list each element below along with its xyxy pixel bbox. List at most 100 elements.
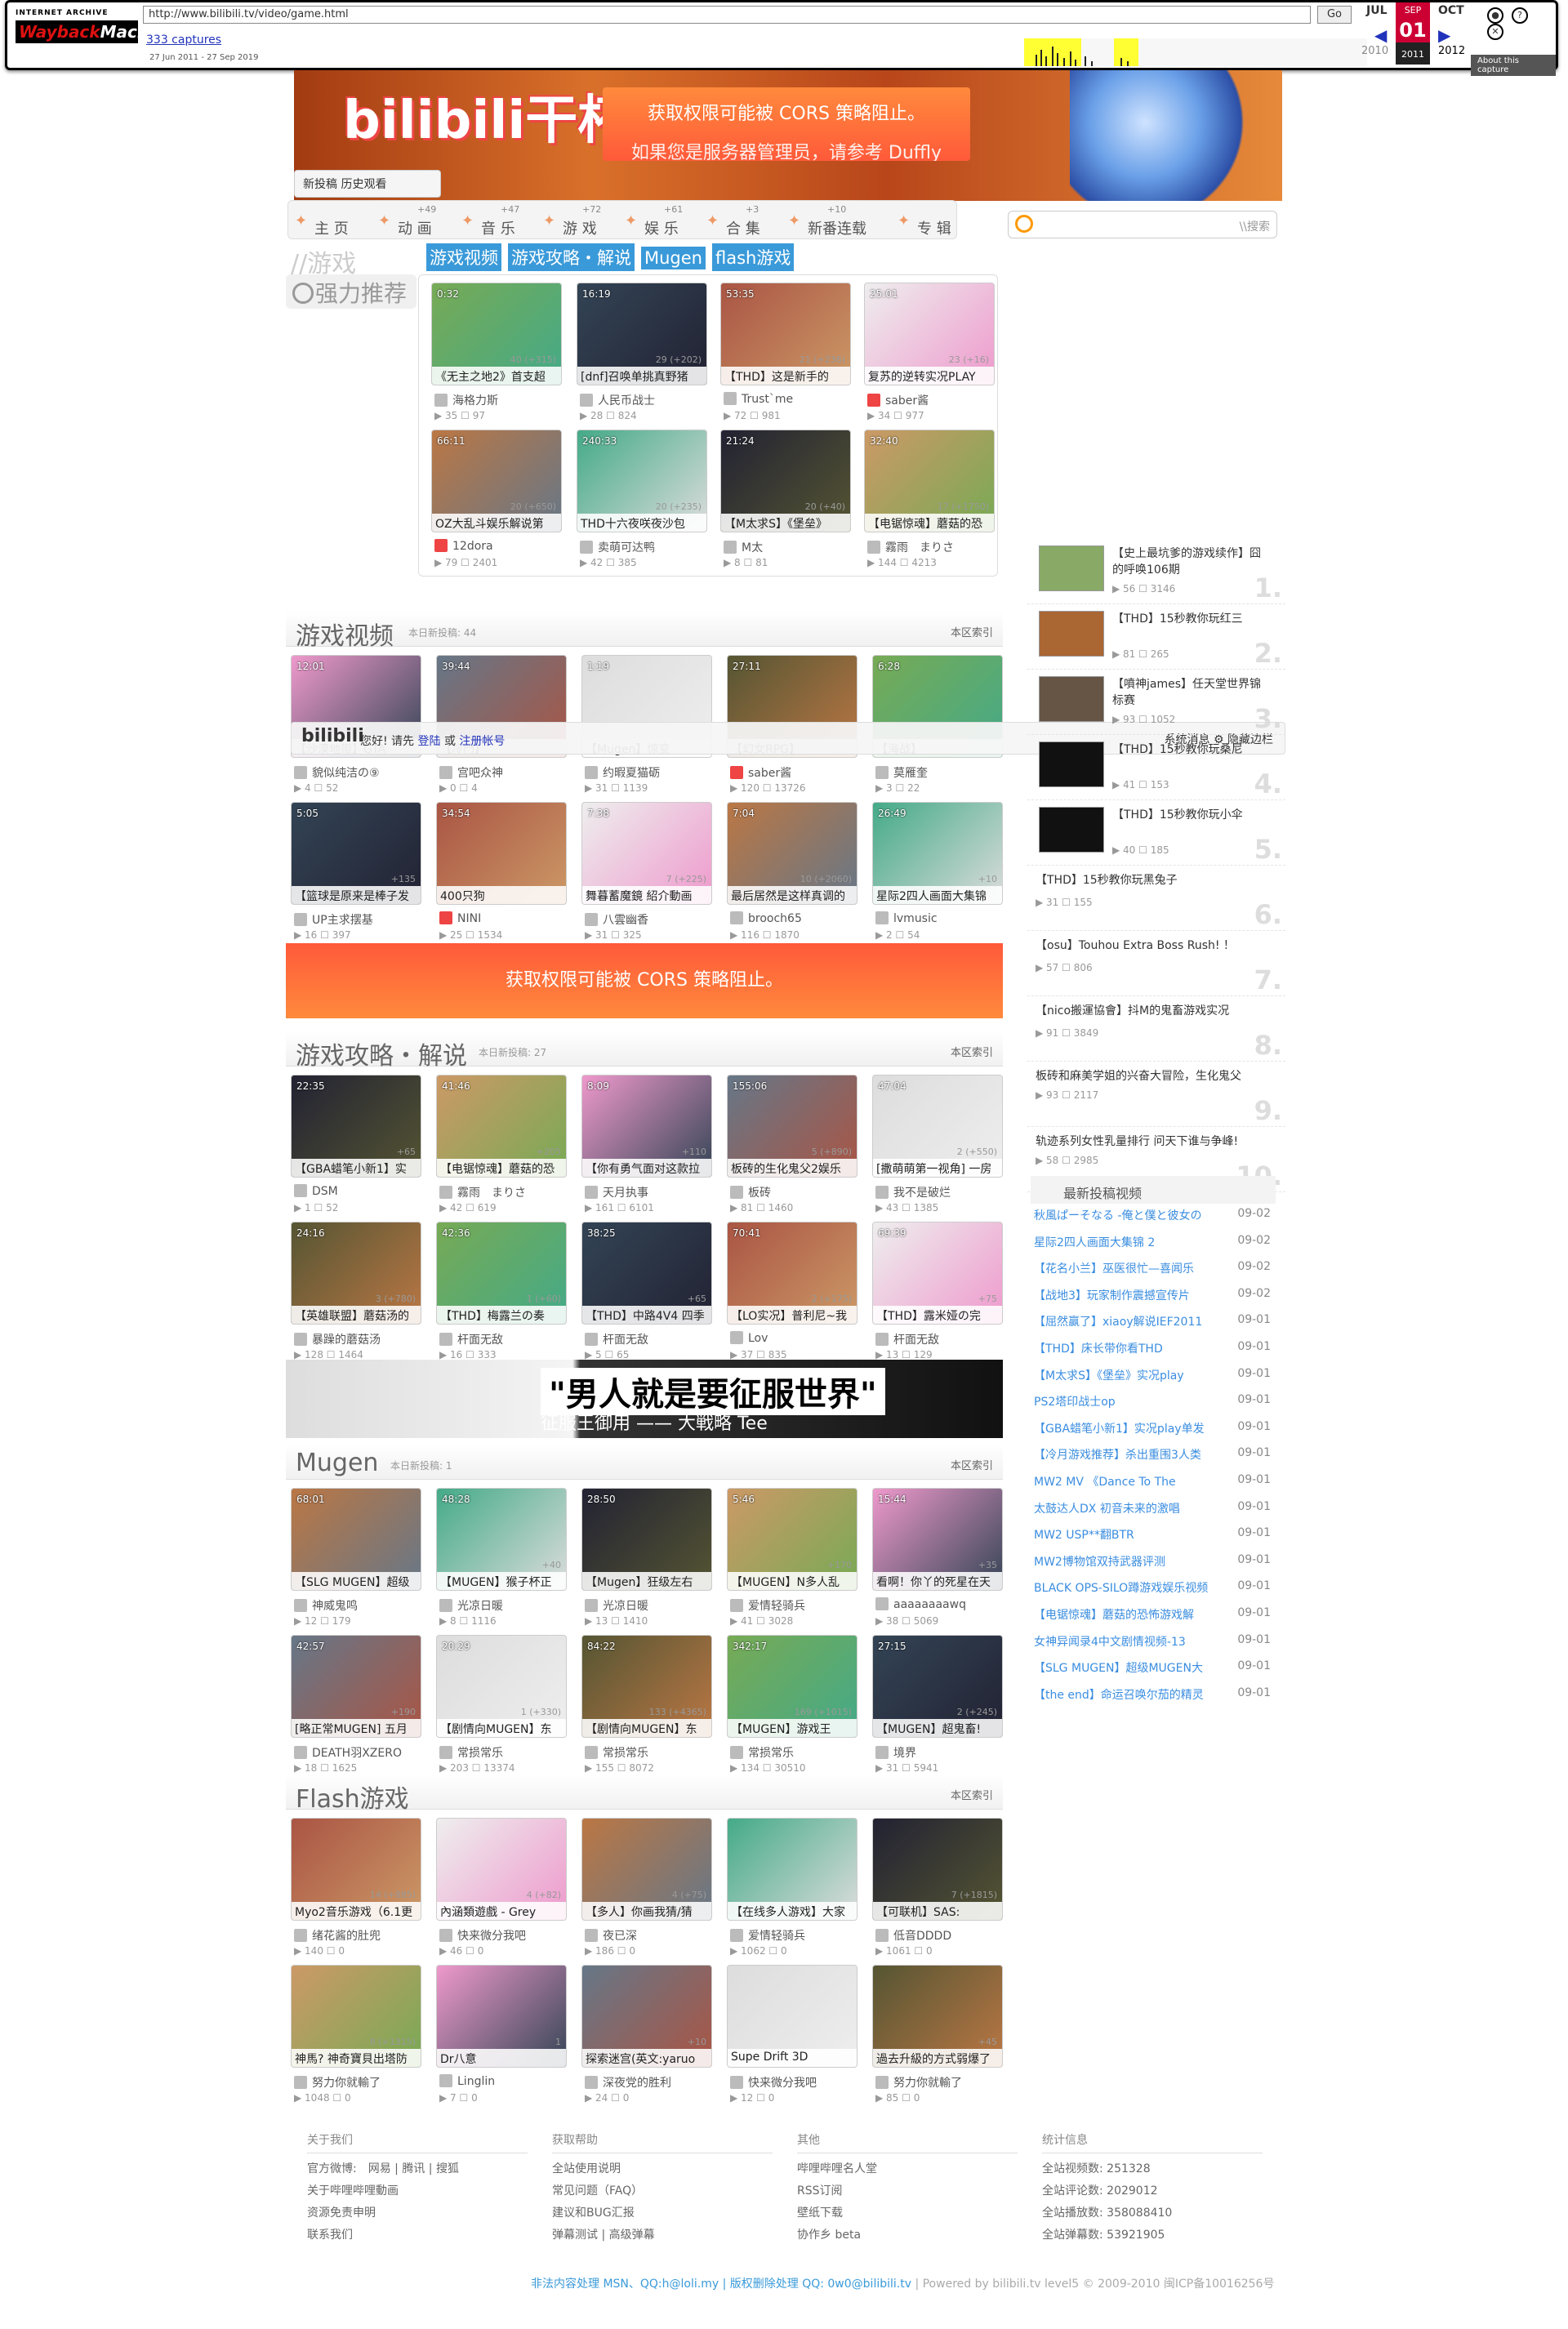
video-thumbnail[interactable]: 22:35 +65 【GBA蜡笔小新1】实 <box>291 1075 421 1178</box>
new-upload-item[interactable]: 【冷月游戏推荐】杀出重围3人类 09-01 <box>1034 1446 1276 1473</box>
video-card[interactable]: 28:50 【Mugen】狂级左右 光凉日暖 ▶ 13 ☐ 1410 <box>581 1488 712 1633</box>
ranking-item[interactable]: 【噴神james】任天堂世界锦标赛 ▶ 93 ☐ 1052 3. <box>1027 670 1285 735</box>
video-title[interactable]: 【剧情向MUGEN】东 <box>437 1719 566 1737</box>
video-title[interactable]: 400只狗 <box>437 886 566 904</box>
video-uploader[interactable]: 夜已深 <box>585 1927 637 1944</box>
footer-link[interactable]: 协作乡 beta <box>797 2224 1018 2247</box>
ranking-item[interactable]: 【osu】Touhou Extra Boss Rush! ！ ▶ 57 ☐ 806… <box>1027 931 1285 996</box>
video-uploader[interactable]: 常损常乐 <box>585 1744 648 1761</box>
video-uploader[interactable]: 人民币战士 <box>580 392 655 408</box>
ranking-item[interactable]: 【史上最坑爹的游戏续作】囧的呼唤106期 ▶ 56 ☐ 3146 1. <box>1027 539 1285 604</box>
new-upload-item[interactable]: MW2 MV 《Dance To The 09-01 <box>1034 1473 1276 1500</box>
new-upload-item[interactable]: 星际2四人画面大集锦 2 09-02 <box>1034 1234 1276 1261</box>
section-index-link[interactable]: 本区索引 <box>951 624 993 639</box>
video-card[interactable]: 22:35 +65 【GBA蜡笔小新1】实 DSM ▶ 1 ☐ 52 <box>291 1075 421 1220</box>
video-uploader[interactable]: 我不是破烂 <box>875 1184 951 1200</box>
ranking-title[interactable]: 板砖和麻美学姐的兴奋大冒险，生化鬼父 <box>1036 1068 1264 1084</box>
new-upload-item[interactable]: 【花名小兰】巫医很忙—喜闻乐 09-02 <box>1034 1260 1276 1287</box>
video-title[interactable]: [撒萌萌第一视角] 一房 <box>873 1159 1002 1177</box>
video-title[interactable]: 【SLG MUGEN】超级 <box>292 1572 421 1590</box>
video-uploader[interactable]: 常损常乐 <box>439 1744 503 1761</box>
video-uploader[interactable]: 杆面无敌 <box>875 1331 939 1347</box>
video-title[interactable]: 神馬? 神奇寶貝出塔防 <box>292 2049 421 2067</box>
video-card[interactable]: 342:17 169 (+1015) 【MUGEN】游戏王 常损常乐 ▶ 134 ☐ 3… <box>727 1635 858 1780</box>
video-uploader[interactable]: 绪花酱的肚兜 <box>294 1927 381 1944</box>
video-uploader[interactable]: 莫雁奎 <box>875 764 928 781</box>
video-uploader[interactable]: 杆面无敌 <box>439 1331 503 1347</box>
ranking-title[interactable]: 【THD】15秒教你玩黑兔子 <box>1036 872 1264 888</box>
ranking-title[interactable]: 【THD】15秒教你玩桑尼 <box>1112 741 1264 758</box>
ranking-item[interactable]: 【THD】15秒教你玩桑尼 ▶ 41 ☐ 153 4. <box>1027 735 1285 800</box>
video-uploader[interactable]: 快来微分我吧 <box>730 2074 817 2091</box>
nav-item[interactable]: +49 ✦ 动 画 <box>378 201 460 238</box>
ranking-thumb[interactable] <box>1039 807 1104 853</box>
ranking-title[interactable]: 【osu】Touhou Extra Boss Rush! ！ <box>1036 937 1264 954</box>
video-card[interactable]: 0:32 40 (+315) 《无主之地2》首支超 海格力斯 ▶ 35 ☐ 97 <box>431 283 562 428</box>
search-box[interactable]: \\搜索 <box>1008 211 1277 238</box>
video-card[interactable]: 69:39 +75 【THD】露米娅の完 杆面无敌 ▶ 13 ☐ 129 <box>872 1222 1003 1367</box>
video-title[interactable]: 【在线多人游戏】大家 <box>728 1902 857 1920</box>
url-input[interactable]: http://www.bilibili.tv/video/game.html <box>143 6 1311 24</box>
footer-link[interactable]: 建议和BUG汇报 <box>552 2202 773 2224</box>
video-title[interactable]: THD十六夜咲夜沙包 <box>577 514 706 532</box>
video-title[interactable]: 【LO实况】普利尼~我 <box>728 1306 857 1324</box>
video-title[interactable]: 【THD】这是新手的 <box>721 367 850 385</box>
site-logo[interactable]: bilibili干杯 <box>343 78 630 154</box>
video-thumbnail[interactable]: 84:22 133 (+4365) 【剧情向MUGEN】东 <box>581 1635 712 1738</box>
video-title[interactable]: 【篮球是原来是棒子发 <box>292 886 421 904</box>
video-card[interactable]: 7 (+1815) 【可联机】SAS: 低音DDDD ▶ 1061 ☐ 0 <box>872 1818 1003 1963</box>
video-thumbnail[interactable]: 24:16 3 (+780) 【英雄联盟】蘑菇汤的 <box>291 1222 421 1325</box>
video-thumbnail[interactable]: 155:06 5 (+890) 板砖的生化鬼父2娱乐 <box>727 1075 858 1178</box>
video-card[interactable]: 155:06 5 (+890) 板砖的生化鬼父2娱乐 板砖 ▶ 81 ☐ 1460 <box>727 1075 858 1220</box>
month-prev[interactable]: JUL <box>1366 4 1388 17</box>
ranking-item[interactable]: 【THD】15秒教你玩黑兔子 ▶ 31 ☐ 155 6. <box>1027 866 1285 931</box>
new-upload-item[interactable]: MW2博物馆双持武器评测 09-01 <box>1034 1553 1276 1580</box>
video-title[interactable]: 過去升級的方式弱爆了 <box>873 2049 1002 2067</box>
video-card[interactable]: 14 (+885) Myo2音乐游戏（6.1更 绪花酱的肚兜 ▶ 140 ☐ 0 <box>291 1818 421 1963</box>
video-thumbnail[interactable]: 240:33 20 (+235) THD十六夜咲夜沙包 <box>577 430 707 532</box>
section-index-link[interactable]: 本区索引 <box>951 1044 993 1059</box>
video-title[interactable]: 【MUGEN】超鬼畜! <box>873 1719 1002 1737</box>
video-uploader[interactable]: 板砖 <box>730 1184 771 1200</box>
video-card[interactable]: 1 Dr八意 Linglin ▶ 7 ☐ 0 <box>436 1965 567 2110</box>
video-title[interactable]: [dnf]召唤单挑真野猪 <box>577 367 706 385</box>
video-title[interactable]: 【M太求S】《堡垒》 <box>721 514 850 532</box>
video-card[interactable]: 7:04 10 (+2060) 最后居然是这样真调的 brooch65 ▶ 116 ☐ … <box>727 802 858 947</box>
new-upload-item[interactable]: 【电锯惊魂】蘑菇的恐怖游戏解 09-01 <box>1034 1606 1276 1633</box>
video-uploader[interactable]: Lov <box>730 1331 768 1345</box>
video-card[interactable]: 【在线多人游戏】大家 爱情轻骑兵 ▶ 1062 ☐ 0 <box>727 1818 858 1963</box>
video-card[interactable]: 15:44 +35 看啊！你丫的死星在天 aaaaaaaawq ▶ 38 ☐ 5069 <box>872 1488 1003 1633</box>
video-title[interactable]: 【多人】你画我猜/猜 <box>582 1902 711 1920</box>
video-card[interactable]: 32:40 17 (+1750) 【电锯惊魂】蘑菇的恐 霧雨 まりさ ▶ 144 ☐ 4… <box>864 430 995 575</box>
video-title[interactable]: 【剧情向MUGEN】东 <box>582 1719 711 1737</box>
video-title[interactable]: 【电锯惊魂】蘑菇的恐 <box>865 514 994 532</box>
video-uploader[interactable]: aaaaaaaawq <box>875 1597 966 1611</box>
nav-item[interactable]: +72 ✦ 游 戏 <box>543 201 625 238</box>
video-uploader[interactable]: 努力你就輸了 <box>294 2074 381 2091</box>
section-index-link[interactable]: 本区索引 <box>951 1457 993 1472</box>
video-uploader[interactable]: M太 <box>724 539 763 555</box>
category-tag[interactable]: flash游戏 <box>712 243 795 271</box>
video-card[interactable]: 34:54 400只狗 NINI ▶ 25 ☐ 1534 <box>436 802 567 947</box>
video-uploader[interactable]: 霧雨 まりさ <box>439 1184 526 1200</box>
footer-link[interactable]: 弹幕测试 | 高级弹幕 <box>552 2224 773 2247</box>
video-card[interactable]: 47:04 2 (+550) [撒萌萌第一视角] 一房 我不是破烂 ▶ 43 ☐ 138… <box>872 1075 1003 1220</box>
next-capture-arrow-icon[interactable]: ▶ <box>1438 25 1450 45</box>
video-card[interactable]: 24:16 3 (+780) 【英雄联盟】蘑菇汤的 暴躁的蘑菇汤 ▶ 128 ☐ 146… <box>291 1222 421 1367</box>
video-card[interactable]: Supe Drift 3D 快来微分我吧 ▶ 12 ☐ 0 <box>727 1965 858 2110</box>
video-uploader[interactable]: 努力你就輸了 <box>875 2074 962 2091</box>
video-title[interactable]: 星际2四人画面大集锦 <box>873 886 1002 904</box>
video-card[interactable]: 26:49 +10 星际2四人画面大集锦 lvmusic ▶ 2 ☐ 54 <box>872 802 1003 947</box>
video-title[interactable]: 板砖的生化鬼父2娱乐 <box>728 1159 857 1177</box>
month-next[interactable]: OCT <box>1438 4 1464 17</box>
video-uploader[interactable]: saber酱 <box>867 392 929 408</box>
video-thumbnail[interactable]: 7:04 10 (+2060) 最后居然是这样真调的 <box>727 802 858 905</box>
video-uploader[interactable]: 12dora <box>434 539 493 553</box>
video-card[interactable]: 66:11 20 (+650) OZ大乱斗娱乐解说第 12dora ▶ 79 ☐ 240… <box>431 430 562 575</box>
video-thumbnail[interactable]: 38:25 +65 【THD】中路4V4 四季 <box>581 1222 712 1325</box>
video-thumbnail[interactable]: 1 Dr八意 <box>436 1965 567 2068</box>
category-tag[interactable]: 游戏攻略・解说 <box>508 243 635 271</box>
video-title[interactable]: 【可联机】SAS: <box>873 1902 1002 1920</box>
video-uploader[interactable]: 常损常乐 <box>730 1744 794 1761</box>
video-uploader[interactable]: 深夜党的胜利 <box>585 2074 671 2091</box>
